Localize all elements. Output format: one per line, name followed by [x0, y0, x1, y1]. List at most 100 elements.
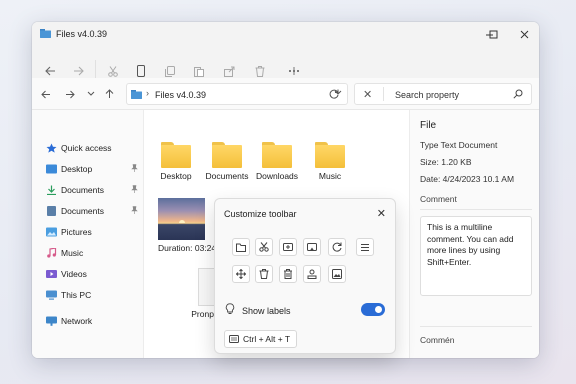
- maximize-button[interactable]: [485, 26, 501, 42]
- folder-icon: [315, 142, 345, 168]
- star-icon: [46, 143, 57, 153]
- refresh-icon: [329, 89, 339, 99]
- search-box: ✕: [354, 83, 532, 105]
- toolbar-option-upload[interactable]: [303, 265, 321, 283]
- file-label: Downloads: [255, 171, 299, 181]
- show-labels-label: Show labels: [242, 306, 291, 316]
- address-row: › Files v4.0.39 ✕: [32, 78, 539, 110]
- close-icon: [520, 30, 528, 38]
- refresh-button[interactable]: [326, 86, 342, 102]
- folder-icon: [131, 90, 142, 99]
- toolbar-option-paste[interactable]: [303, 238, 321, 256]
- delete-icon: [259, 269, 269, 279]
- address-bar[interactable]: › Files v4.0.39: [126, 83, 348, 105]
- popup-close-icon[interactable]: ✕: [377, 207, 386, 220]
- breadcrumb-path[interactable]: Files v4.0.39: [155, 90, 206, 100]
- chevron-down-icon: [87, 91, 95, 96]
- download-icon: [46, 185, 57, 195]
- copy-icon: [283, 243, 293, 251]
- comment-label: Comment: [420, 194, 457, 204]
- sidebar-item-label: Network: [61, 316, 93, 326]
- file-item-music[interactable]: Music: [313, 142, 347, 181]
- close-button[interactable]: [516, 26, 532, 42]
- toolbar-option-folder[interactable]: [232, 238, 250, 256]
- file-label: Documents: [205, 171, 249, 181]
- search-icon[interactable]: [513, 89, 523, 99]
- nav-up-button[interactable]: [101, 86, 117, 102]
- sidebar-item-desktop[interactable]: Desktop: [46, 161, 142, 177]
- maximize-icon: [489, 30, 497, 38]
- network-icon: [46, 316, 57, 326]
- popup-title: Customize toolbar: [224, 209, 297, 219]
- sidebar-item-downloads[interactable]: Documents: [46, 182, 142, 198]
- nav-history-button[interactable]: [83, 86, 99, 102]
- pin-icon[interactable]: [131, 185, 138, 195]
- back-icon: [41, 90, 50, 98]
- pc-icon: [46, 290, 57, 300]
- folder-icon: [161, 142, 191, 168]
- toolbar-option-move[interactable]: [232, 265, 250, 283]
- toolbar-option-trash[interactable]: [279, 265, 297, 283]
- cut-icon: [259, 242, 269, 252]
- gallery-icon: [332, 269, 342, 279]
- share-icon: [223, 66, 234, 77]
- trash-icon: [284, 269, 292, 279]
- file-type: Type Text Document: [420, 140, 498, 150]
- navigation-sidebar: Quick access Desktop Documents Documents…: [32, 110, 144, 358]
- sidebar-item-label: Videos: [61, 269, 87, 279]
- pin-icon[interactable]: [131, 164, 138, 174]
- sidebar-item-videos[interactable]: Videos: [46, 266, 142, 282]
- keyboard-icon: [229, 335, 239, 343]
- sidebar-item-label: This PC: [61, 290, 92, 300]
- folder-app-icon: [40, 29, 51, 38]
- shortcut-label: Ctrl + Alt + T: [243, 334, 291, 344]
- back-arrow-icon: [44, 66, 55, 76]
- sidebar-item-documents[interactable]: Documents: [46, 203, 142, 219]
- toolbar-option-cut[interactable]: [255, 238, 273, 256]
- sidebar-item-label: Desktop: [61, 164, 93, 174]
- videos-icon: [46, 269, 57, 279]
- comment-textarea[interactable]: This is a multiline comment. You can add…: [420, 216, 532, 296]
- shortcut-button[interactable]: Ctrl + Alt + T: [224, 330, 298, 348]
- music-icon: [46, 248, 57, 258]
- sidebar-item-pictures[interactable]: Pictures: [46, 224, 142, 240]
- file-item-downloads[interactable]: Downloads: [255, 142, 299, 181]
- delete-icon: [255, 65, 265, 77]
- nav-forward-button[interactable]: [62, 86, 78, 102]
- cut-icon: [108, 65, 118, 77]
- toolbar-option-delete[interactable]: [255, 265, 273, 283]
- file-item-documents[interactable]: Documents: [205, 142, 249, 181]
- comment-footer-label: Commén: [420, 335, 455, 345]
- pictures-icon: [46, 227, 57, 237]
- file-label: Duration: 03:24: [158, 243, 217, 253]
- more-dots-icon: [289, 67, 299, 75]
- file-item-desktop[interactable]: Desktop: [159, 142, 193, 181]
- sidebar-item-this-pc[interactable]: This PC: [46, 287, 142, 303]
- desktop-icon: [46, 164, 57, 174]
- toolbar-option-menu[interactable]: [356, 238, 374, 256]
- folder-icon: [262, 142, 292, 168]
- toolbar-option-copy[interactable]: [279, 238, 297, 256]
- toolbar-option-refresh[interactable]: [328, 238, 346, 256]
- pin-icon[interactable]: [131, 206, 138, 216]
- sidebar-item-quick-access[interactable]: Quick access: [46, 140, 142, 156]
- file-size: Size: 1.20 KB: [420, 157, 472, 167]
- file-label: Music: [318, 171, 342, 181]
- toolbar-option-gallery[interactable]: [328, 265, 346, 283]
- forward-icon: [66, 90, 75, 98]
- sidebar-item-label: Documents: [61, 206, 104, 216]
- folder-icon: [212, 142, 242, 168]
- nav-back-button[interactable]: [38, 86, 54, 102]
- sidebar-item-label: Pictures: [61, 227, 92, 237]
- move-icon: [236, 269, 246, 279]
- search-clear-icon[interactable]: ✕: [363, 88, 372, 101]
- phone-icon: [137, 65, 145, 77]
- search-input[interactable]: [395, 90, 505, 100]
- show-labels-toggle[interactable]: [361, 303, 385, 316]
- paste-icon: [307, 243, 317, 251]
- upload-icon: [307, 269, 317, 279]
- sidebar-item-music[interactable]: Music: [46, 245, 142, 261]
- forward-arrow-icon: [73, 66, 84, 76]
- sidebar-item-network[interactable]: Network: [46, 313, 142, 329]
- toggle-knob: [375, 306, 382, 313]
